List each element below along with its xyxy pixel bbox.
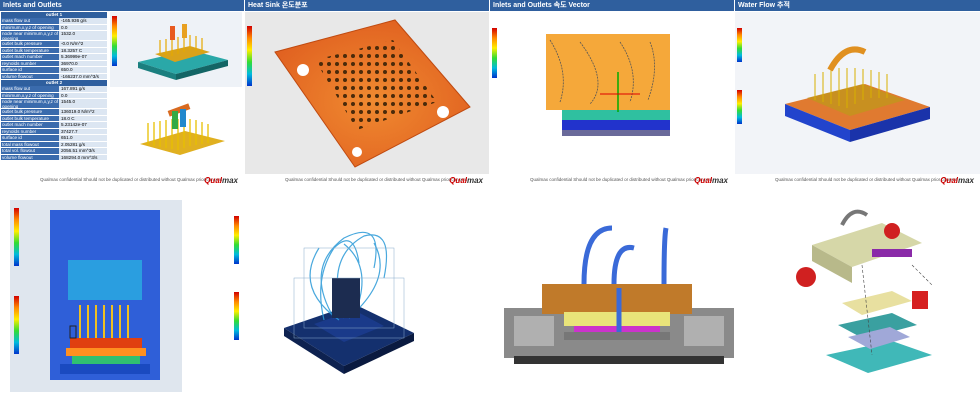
- table-row: volume flowout 168294.0 mm^3/s: [1, 154, 107, 161]
- row-key: reynolds number: [1, 128, 59, 134]
- row-key: mass flow out: [1, 18, 59, 24]
- qualmax-logo: Qualmax: [940, 176, 974, 185]
- temp-legend: [247, 26, 252, 86]
- row-value: 167.891 g/s: [59, 86, 107, 92]
- row-value: 2056.51 mm^3/s: [59, 148, 107, 154]
- row-key: outlet bulk pressure: [1, 41, 59, 47]
- qualmax-logo: Qualmax: [449, 176, 483, 185]
- row-value: 1532.0: [59, 31, 107, 40]
- row-key: mass flow out: [1, 86, 59, 92]
- flow-streamlines-view: [224, 208, 420, 386]
- qualmax-logo: Qualmax: [694, 176, 728, 185]
- water-flow-view: [735, 12, 980, 174]
- table-row: node near minimum,x,y,z of opening 1545.0: [1, 99, 107, 109]
- row-key: outlet mach number: [1, 54, 59, 60]
- cfd-cross-section: [10, 200, 182, 392]
- row-key: outlet bulk temperature: [1, 115, 59, 121]
- row-value: 1545.0: [59, 99, 107, 108]
- row-value: 18.3257 C: [59, 47, 107, 53]
- row-key: total mass flowout: [1, 141, 59, 147]
- row-value: 136019.0 N/m^2: [59, 109, 107, 115]
- panel-water-flow: Water Flow 추적 Qualmax confidential Shoul…: [735, 0, 980, 186]
- table-row: node near minimum,x,y,z of opening 1532.0: [1, 31, 107, 41]
- panel-inlets-outlets: Inlets and Outlets outlet 1 mass flow out…: [0, 0, 244, 186]
- row-key: outlet bulk pressure: [1, 109, 59, 115]
- panel-title: Water Flow 추적: [735, 0, 980, 11]
- panel-title: Inlets and Outlets: [0, 0, 244, 11]
- assembly-section-view: [484, 208, 752, 388]
- row-key: node near minimum,x,y,z of opening: [1, 31, 59, 40]
- row-value: 37427.7: [59, 128, 107, 134]
- row-key: volume flowout: [1, 154, 59, 160]
- row-value: 5.23142e-07: [59, 122, 107, 128]
- row-key: surface id: [1, 67, 59, 73]
- row-key: reynolds number: [1, 60, 59, 66]
- row-key: outlet mach number: [1, 122, 59, 128]
- row-key: total vol. flowout: [1, 148, 59, 154]
- model-view-top: [110, 12, 242, 87]
- panel-title: Inlets and Outlets 속도 Vector: [490, 0, 734, 11]
- row-value: 0.0: [59, 24, 107, 30]
- row-value: -165.936 g/s: [59, 18, 107, 24]
- row-value: 36970.0: [59, 60, 107, 66]
- row-key: volume flowout: [1, 73, 59, 79]
- row-value: 168294.0 mm^3/s: [59, 154, 107, 160]
- outlet-table: outlet 1 mass flow out -165.936 g/s minimum…: [1, 12, 107, 161]
- row-key: node near minimum,x,y,z of opening: [1, 99, 59, 108]
- row-key: outlet bulk temperature: [1, 47, 59, 53]
- panel-title: Heat Sink 온도분포: [245, 0, 489, 11]
- qualmax-logo: Qualmax: [204, 176, 238, 185]
- heat-sink-view: [245, 12, 489, 174]
- row-value: 18.0 C: [59, 115, 107, 121]
- row-value: 650.0: [59, 67, 107, 73]
- model-view-bottom: [110, 89, 242, 173]
- row-key: surface id: [1, 135, 59, 141]
- row-value: -0.0 N/m^2: [59, 41, 107, 47]
- row-value: -166237.0 mm^3/s: [59, 73, 107, 79]
- row-key: minimum,x,y,z of opening: [1, 24, 59, 30]
- row-value: 651.0: [59, 135, 107, 141]
- panel-velocity-vector: Inlets and Outlets 속도 Vector Qualmax con…: [490, 0, 734, 186]
- row-value: 0.0: [59, 92, 107, 98]
- row-key: minimum,x,y,z of opening: [1, 92, 59, 98]
- row-value: 5.36999e-07: [59, 54, 107, 60]
- velocity-view: [490, 12, 734, 174]
- exploded-assembly-view: [772, 205, 972, 390]
- row-value: 2.05281 g/s: [59, 141, 107, 147]
- panel-heat-sink: Heat Sink 온도분포 Qualmax confidential Shou…: [245, 0, 489, 186]
